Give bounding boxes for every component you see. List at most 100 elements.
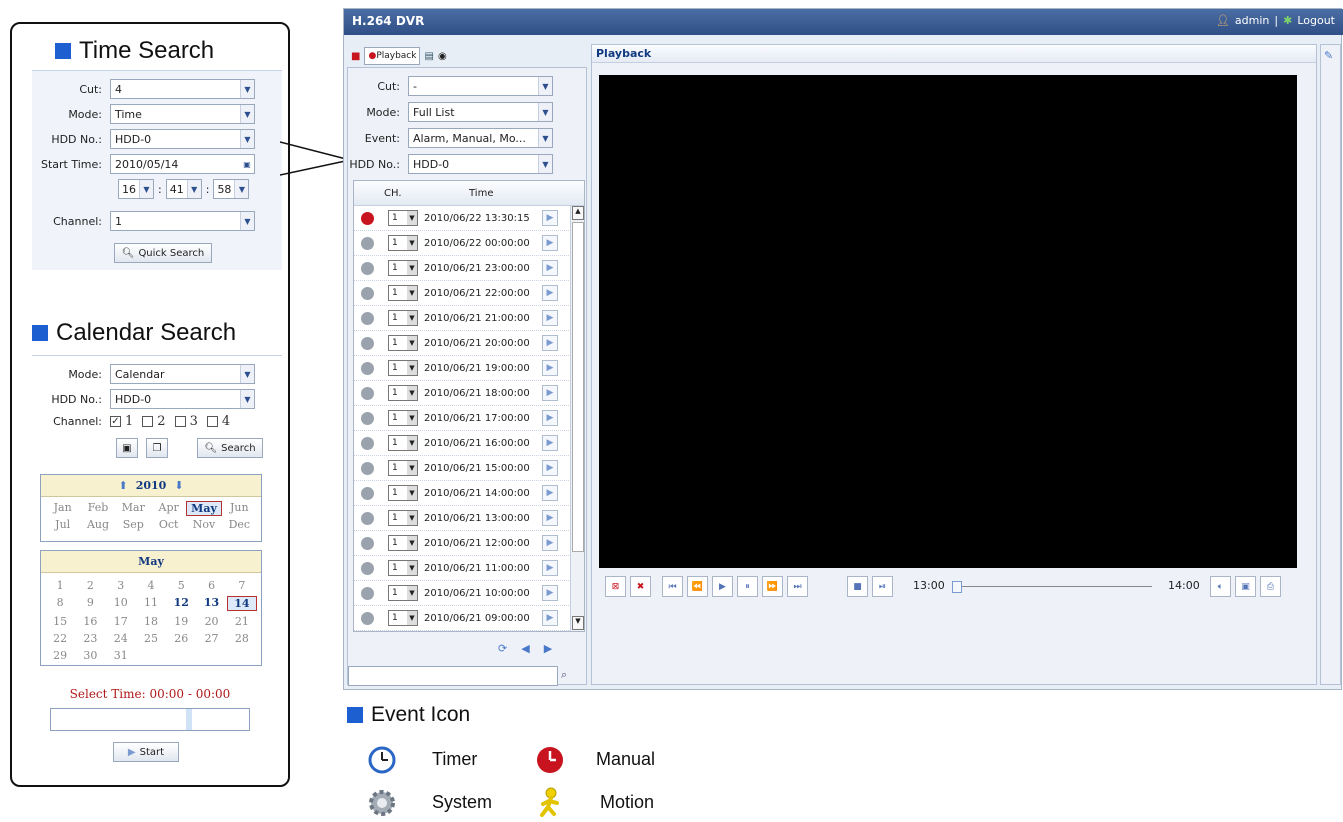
search-icon[interactable]: ⌕: [561, 668, 567, 682]
start-date-field[interactable]: 2010/05/14 ▣: [110, 154, 255, 174]
play-icon[interactable]: ▶: [712, 576, 733, 597]
month-cell[interactable]: Jul: [45, 518, 80, 531]
calendar-hdd-select[interactable]: HDD-0 ▼: [110, 389, 255, 409]
day-cell[interactable]: 28: [227, 632, 257, 645]
last-icon[interactable]: ⏭: [787, 576, 808, 597]
channel-select[interactable]: 1 ▼: [388, 410, 418, 426]
day-cell[interactable]: 29: [45, 649, 75, 662]
play-icon[interactable]: ▶: [542, 610, 558, 626]
search-input[interactable]: [348, 666, 558, 686]
minute-select[interactable]: 41 ▼: [165, 179, 202, 199]
month-cell[interactable]: Aug: [80, 518, 115, 531]
play-icon[interactable]: ▶: [542, 235, 558, 251]
day-cell[interactable]: 26: [166, 632, 196, 645]
month-cell[interactable]: Oct: [151, 518, 186, 531]
day-cell[interactable]: 25: [136, 632, 166, 645]
channel-checkbox-2[interactable]: 2: [142, 414, 166, 429]
day-cell[interactable]: 4: [136, 579, 166, 592]
day-cell[interactable]: 31: [106, 649, 136, 662]
play-icon[interactable]: ▶: [542, 535, 558, 551]
channel-select[interactable]: 1 ▼: [388, 610, 418, 626]
calendar-icon[interactable]: ▣: [240, 155, 254, 173]
start-button[interactable]: ▶ Start: [113, 742, 179, 762]
play-icon[interactable]: ▶: [542, 410, 558, 426]
day-cell[interactable]: 9: [75, 596, 105, 611]
day-cell[interactable]: 21: [227, 615, 257, 628]
day-cell[interactable]: 1: [45, 579, 75, 592]
channel-select[interactable]: 1 ▼: [388, 485, 418, 501]
month-cell[interactable]: Apr: [151, 501, 186, 516]
table-row[interactable]: 1 ▼ 2010/06/21 11:00:00 ▶: [354, 556, 569, 581]
channel-select[interactable]: 1 ▼: [388, 585, 418, 601]
quick-search-button[interactable]: 🔍︎ Quick Search: [114, 243, 212, 263]
play-icon[interactable]: ▶: [542, 360, 558, 376]
camera-icon[interactable]: ◉: [438, 51, 447, 62]
month-cell[interactable]: Dec: [222, 518, 257, 531]
refresh-icon[interactable]: ⟳: [498, 642, 507, 655]
print-icon[interactable]: ⎙: [1260, 576, 1281, 597]
cut-select[interactable]: - ▼: [408, 76, 553, 96]
pause-icon[interactable]: ⏸: [737, 576, 758, 597]
arrow-right-icon[interactable]: ▶: [544, 642, 552, 655]
month-cell[interactable]: Feb: [80, 501, 115, 516]
channel-select[interactable]: 1 ▼: [388, 510, 418, 526]
first-icon[interactable]: ⏮: [662, 576, 683, 597]
rewind-icon[interactable]: ⏪: [687, 576, 708, 597]
table-row[interactable]: 1 ▼ 2010/06/21 19:00:00 ▶: [354, 356, 569, 381]
video-view[interactable]: [599, 75, 1297, 568]
close-all-icon[interactable]: ⊠: [605, 576, 626, 597]
stop-icon[interactable]: ■: [847, 576, 868, 597]
play-icon[interactable]: ▶: [542, 510, 558, 526]
day-cell[interactable]: 15: [45, 615, 75, 628]
month-cell[interactable]: Mar: [116, 501, 151, 516]
color-palette-icon[interactable]: ■: [351, 51, 360, 62]
scrollbar[interactable]: ▲ ▼: [570, 206, 584, 631]
month-cell[interactable]: Nov: [186, 518, 221, 531]
day-cell[interactable]: 24: [106, 632, 136, 645]
day-cell[interactable]: 10: [106, 596, 136, 611]
hdd-select[interactable]: HDD-0 ▼: [110, 129, 255, 149]
month-cell[interactable]: May: [186, 501, 222, 516]
table-row[interactable]: 1 ▼ 2010/06/21 18:00:00 ▶: [354, 381, 569, 406]
table-row[interactable]: 1 ▼ 2010/06/21 15:00:00 ▶: [354, 456, 569, 481]
day-cell[interactable]: 22: [45, 632, 75, 645]
step-icon[interactable]: ⏯: [872, 576, 893, 597]
channel-checkbox-3[interactable]: 3: [174, 414, 198, 429]
table-row[interactable]: 1 ▼ 2010/06/21 13:00:00 ▶: [354, 506, 569, 531]
table-row[interactable]: 1 ▼ 2010/06/22 13:30:15 ▶: [354, 206, 569, 231]
day-cell[interactable]: 23: [75, 632, 105, 645]
channel-select[interactable]: 1 ▼: [388, 460, 418, 476]
day-cell[interactable]: 17: [106, 615, 136, 628]
time-range-bar[interactable]: [50, 708, 250, 731]
channel-select[interactable]: 1 ▼: [388, 385, 418, 401]
close-icon[interactable]: ✖: [630, 576, 651, 597]
calendar-search-button[interactable]: 🔍︎ Search: [197, 438, 263, 458]
timeline-handle[interactable]: [952, 581, 962, 593]
scroll-down-icon[interactable]: ▼: [572, 616, 584, 630]
channel-select[interactable]: 1 ▼: [388, 560, 418, 576]
channel-select[interactable]: 1 ▼: [388, 335, 418, 351]
channel-checkbox-1[interactable]: ✓ 1: [110, 414, 133, 429]
play-icon[interactable]: ▶: [542, 285, 558, 301]
day-cell[interactable]: 20: [196, 615, 226, 628]
play-icon[interactable]: ▶: [542, 560, 558, 576]
logout-link[interactable]: Logout: [1297, 14, 1335, 27]
monitor-icon[interactable]: ▤: [424, 51, 433, 62]
channel-select[interactable]: 1 ▼: [388, 285, 418, 301]
event-select[interactable]: Alarm, Manual, Mo... ▼: [408, 128, 553, 148]
hour-select[interactable]: 16 ▼: [118, 179, 154, 199]
volume-icon[interactable]: 🔈︎: [1210, 576, 1231, 597]
month-cell[interactable]: Sep: [116, 518, 151, 531]
day-cell[interactable]: 12: [166, 596, 196, 611]
play-icon[interactable]: ▶: [542, 310, 558, 326]
day-cell[interactable]: 5: [166, 579, 196, 592]
month-cell[interactable]: Jan: [45, 501, 80, 516]
month-cell[interactable]: Jun: [222, 501, 257, 516]
day-cell[interactable]: 13: [196, 596, 226, 611]
scrollbar-thumb[interactable]: [572, 222, 584, 552]
day-cell[interactable]: 18: [136, 615, 166, 628]
table-row[interactable]: 1 ▼ 2010/06/21 21:00:00 ▶: [354, 306, 569, 331]
day-cell[interactable]: 6: [196, 579, 226, 592]
logout-icon[interactable]: ✱: [1283, 14, 1292, 27]
table-row[interactable]: 1 ▼ 2010/06/22 00:00:00 ▶: [354, 231, 569, 256]
